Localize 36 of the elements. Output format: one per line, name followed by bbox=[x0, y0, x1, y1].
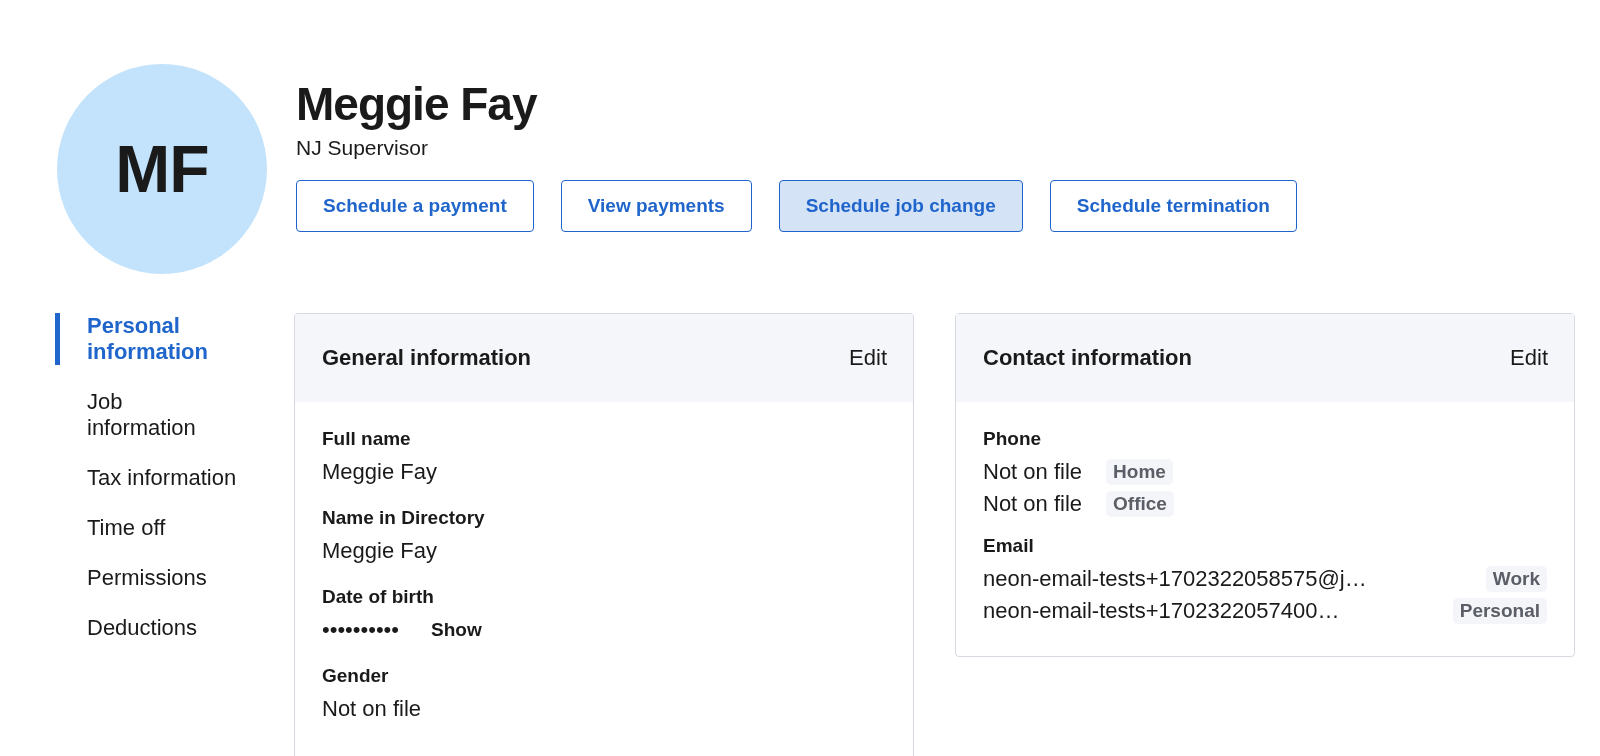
sidebar-item[interactable]: Permissions bbox=[55, 565, 237, 591]
field-label: Full name bbox=[322, 428, 412, 450]
sidebar-item[interactable]: Personal information bbox=[55, 313, 237, 365]
sidebar-item[interactable]: Deductions bbox=[55, 615, 237, 641]
tag: Personal bbox=[1452, 598, 1547, 624]
tag: Office bbox=[1106, 491, 1174, 517]
field-value: Not on file bbox=[322, 696, 422, 722]
tag: Home bbox=[1106, 459, 1173, 485]
avatar-initials: MF bbox=[115, 131, 209, 207]
field-label: Email bbox=[983, 535, 1035, 557]
sidebar-item[interactable]: Tax information bbox=[55, 465, 237, 491]
field-value: neon-email-tests+1702322058575@j… bbox=[983, 566, 1367, 592]
sidebar-item[interactable]: Time off bbox=[55, 515, 237, 541]
person-name: Meggie Fay bbox=[296, 78, 539, 130]
edit-link[interactable]: Edit bbox=[1510, 345, 1548, 371]
field-value: •••••••••• bbox=[322, 617, 400, 643]
action-button[interactable]: Schedule termination bbox=[1049, 180, 1297, 232]
field-value: neon-email-tests+1702322057400… bbox=[983, 598, 1340, 624]
field-label: Gender bbox=[322, 665, 390, 687]
field-value: Meggie Fay bbox=[322, 538, 437, 564]
action-button[interactable]: Schedule job change bbox=[778, 180, 1023, 232]
show-link[interactable]: Show bbox=[431, 619, 482, 641]
field-value: Meggie Fay bbox=[322, 459, 437, 485]
sidebar-item[interactable]: Job information bbox=[55, 389, 237, 441]
field-label: Date of birth bbox=[322, 586, 435, 608]
card-title: Contact information bbox=[983, 345, 1192, 371]
tag: Work bbox=[1485, 566, 1547, 592]
field-label: Phone bbox=[983, 428, 1043, 450]
edit-link[interactable]: Edit bbox=[849, 345, 887, 371]
field-label: Name in Directory bbox=[322, 507, 486, 529]
job-title: NJ Supervisor bbox=[296, 136, 429, 160]
field-value: Not on file bbox=[983, 459, 1083, 485]
action-button[interactable]: Schedule a payment bbox=[296, 180, 534, 232]
card-title: General information bbox=[322, 345, 532, 371]
action-button[interactable]: View payments bbox=[560, 180, 752, 232]
field-value: Not on file bbox=[983, 491, 1083, 517]
